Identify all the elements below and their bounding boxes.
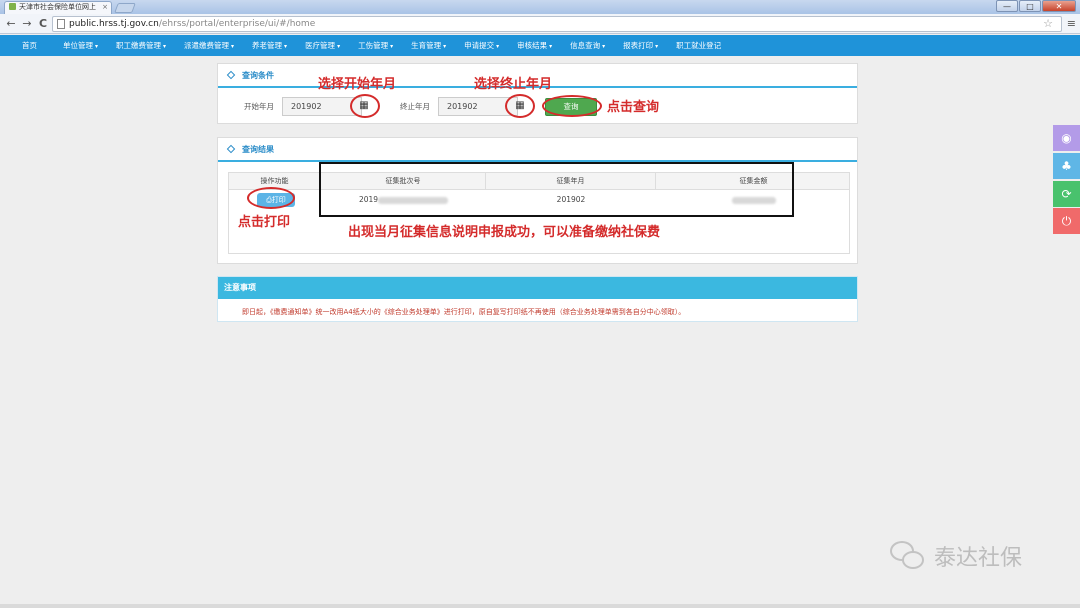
diamond-icon xyxy=(226,144,236,154)
nav-item-staff-payment[interactable]: 职工缴费管理 ▾ xyxy=(116,40,166,51)
notice-text: 即日起，《缴费通知单》统一改用A4纸大小的《综合业务处理单》进行打印，原自复写打… xyxy=(242,308,686,316)
nav-item-label: 单位管理 xyxy=(63,41,93,50)
nav-item-label: 工伤管理 xyxy=(358,41,389,50)
nav-item-home[interactable]: 首页 xyxy=(22,40,37,51)
nav-item-label: 职工缴费管理 xyxy=(116,41,162,50)
diamond-icon xyxy=(226,70,236,80)
close-window-button[interactable]: ✕ xyxy=(1042,0,1076,12)
bookmark-star-icon[interactable]: ☆ xyxy=(1043,17,1053,31)
nav-item-label: 医疗管理 xyxy=(305,41,336,50)
caret-down-icon: ▾ xyxy=(549,43,553,50)
nav-item-medical[interactable]: 医疗管理 ▾ xyxy=(305,40,340,51)
nav-item-label: 申请提交 xyxy=(464,41,495,50)
results-panel-title: 查询结果 xyxy=(242,144,274,154)
query-panel-title: 查询条件 xyxy=(242,70,274,80)
eye-icon[interactable]: ◉ xyxy=(1053,125,1080,151)
caret-down-icon: ▾ xyxy=(163,43,167,50)
print-button[interactable]: ⎙打印 xyxy=(257,193,295,207)
start-month-input[interactable]: 201902 xyxy=(282,97,362,116)
nav-item-dispatch-payment[interactable]: 派遣缴费管理 ▾ xyxy=(184,40,234,51)
url-host: public.hrss.tj.gov.cn xyxy=(69,19,159,29)
favicon-icon xyxy=(9,3,16,10)
tab-title: 天津市社会保险单位网上 xyxy=(19,3,96,11)
watermark-text: 泰达社保 xyxy=(934,546,1023,571)
nav-item-injury[interactable]: 工伤管理 ▾ xyxy=(358,40,393,51)
caret-down-icon: ▾ xyxy=(337,43,341,50)
notice-title: 注意事项 xyxy=(218,277,857,299)
browser-tab[interactable]: 天津市社会保险单位网上 × xyxy=(4,1,112,14)
new-tab-button[interactable] xyxy=(114,3,136,13)
nav-item-label: 审核结果 xyxy=(517,41,548,50)
end-month-label: 终止年月 xyxy=(400,102,430,111)
calendar-icon[interactable]: ▦ xyxy=(357,99,371,113)
annotation-click-query: 点击查询 xyxy=(607,100,660,115)
browser-menu-icon[interactable]: ≡ xyxy=(1067,17,1076,30)
site-nav: 首页 单位管理 ▾ 职工缴费管理 ▾ 派遣缴费管理 ▾ 养老管理 ▾ 医疗管理 ▾ 工伤管… xyxy=(0,35,1080,56)
nav-item-pension[interactable]: 养老管理 ▾ xyxy=(252,40,287,51)
notice-panel: 注意事项 即日起，《缴费通知单》统一改用A4纸大小的《综合业务处理单》进行打印，… xyxy=(217,276,858,322)
nav-item-report-print[interactable]: 报表打印 ▾ xyxy=(623,40,658,51)
print-button-label: 打印 xyxy=(271,196,286,204)
page-icon xyxy=(57,19,65,29)
nav-item-label: 生育管理 xyxy=(411,41,442,50)
window-controls: — □ ✕ xyxy=(996,0,1076,12)
nav-item-employment-register[interactable]: 职工就业登记 xyxy=(676,40,721,51)
reload-icon[interactable]: C xyxy=(36,16,50,31)
back-icon[interactable]: ← xyxy=(4,16,18,31)
column-header: 操作功能 xyxy=(229,173,321,190)
nav-item-label: 首页 xyxy=(22,41,37,50)
caret-down-icon: ▾ xyxy=(655,43,659,50)
annotation-success-note: 出现当月征集信息说明申报成功，可以准备缴纳社保费 xyxy=(348,225,661,240)
caret-down-icon: ▾ xyxy=(602,43,606,50)
maximize-button[interactable]: □ xyxy=(1019,0,1041,12)
nav-item-label: 职工就业登记 xyxy=(676,41,722,50)
start-month-label: 开始年月 xyxy=(244,102,274,111)
forward-icon[interactable]: → xyxy=(20,16,34,31)
nav-item-submit[interactable]: 申请提交 ▾ xyxy=(464,40,499,51)
power-icon[interactable]: ⏻ xyxy=(1053,208,1080,234)
calendar-icon[interactable]: ▦ xyxy=(513,99,527,113)
address-bar: ← → C public.hrss.tj.gov.cn/ehrss/portal… xyxy=(0,14,1080,34)
annotation-select-start: 选择开始年月 xyxy=(318,77,397,92)
nav-item-label: 养老管理 xyxy=(252,41,283,50)
end-month-input[interactable]: 201902 xyxy=(438,97,518,116)
caret-down-icon: ▾ xyxy=(390,43,394,50)
annotation-select-end: 选择终止年月 xyxy=(474,77,553,92)
nav-item-maternity[interactable]: 生育管理 ▾ xyxy=(411,40,446,51)
results-panel-header: 查询结果 xyxy=(218,138,857,162)
url-path: /ehrss/portal/enterprise/ui/#/home xyxy=(158,19,316,29)
minimize-button[interactable]: — xyxy=(996,0,1018,12)
caret-down-icon: ▾ xyxy=(496,43,500,50)
nav-item-info-query[interactable]: 信息查询 ▾ xyxy=(570,40,605,51)
tree-icon[interactable]: ♣ xyxy=(1053,153,1080,179)
nav-item-label: 报表打印 xyxy=(623,41,654,50)
tab-close-icon[interactable]: × xyxy=(102,2,108,13)
caret-down-icon: ▾ xyxy=(95,43,99,50)
query-button[interactable]: 查询 xyxy=(545,98,597,116)
bottom-edge xyxy=(0,604,1080,608)
browser-titlebar: 天津市社会保险单位网上 × — □ ✕ xyxy=(0,0,1080,14)
nav-item-label: 派遣缴费管理 xyxy=(184,41,230,50)
wechat-icon xyxy=(890,541,926,571)
nav-item-unit[interactable]: 单位管理 ▾ xyxy=(63,40,98,51)
caret-down-icon: ▾ xyxy=(284,43,288,50)
watermark: 泰达社保 xyxy=(890,540,1022,572)
nav-item-label: 信息查询 xyxy=(570,41,601,50)
caret-down-icon: ▾ xyxy=(231,43,235,50)
refresh-icon[interactable]: ⟳ xyxy=(1053,181,1080,207)
highlight-box-results-row xyxy=(319,162,794,217)
nav-item-review[interactable]: 审核结果 ▾ xyxy=(517,40,552,51)
caret-down-icon: ▾ xyxy=(443,43,447,50)
url-input[interactable]: public.hrss.tj.gov.cn/ehrss/portal/enter… xyxy=(52,16,1062,32)
annotation-click-print: 点击打印 xyxy=(238,215,291,230)
